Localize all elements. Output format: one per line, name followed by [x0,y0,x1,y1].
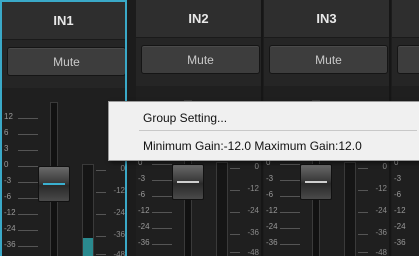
meter-tick-label: -36 [375,228,387,237]
fader-tick-label: -3 [266,174,274,183]
meter-tick-label: 0 [382,162,387,171]
fader-tick-label: -6 [266,190,274,199]
fader-tick-label: -36 [138,238,150,247]
channel-name: IN3 [264,0,389,38]
mute-button[interactable] [397,45,419,74]
fader-tick-label: -6 [4,192,12,201]
meter-tick-label: -48 [247,248,259,256]
channel-name: IN2 [136,0,261,38]
fader-tick-label: -36 [266,238,278,247]
fader-tick-label: -24 [4,224,16,233]
menu-item-gain-range[interactable]: Minimum Gain:-12.0 Maximum Gain:12.0 [109,134,419,158]
fader-tick-label: 0 [4,160,9,169]
fader-tick-label: -24 [266,222,278,231]
fader-tick-label: -3 [4,176,12,185]
meter-tick-label: -12 [247,184,259,193]
meter-tick-label: -36 [113,230,125,239]
menu-separator [139,130,417,131]
fader-knob[interactable] [300,164,332,200]
meter-tick-label: -36 [247,228,259,237]
fader-tick-label: -36 [394,238,406,247]
fader-tick-label: -6 [138,190,146,199]
meter-tick-label: 0 [254,162,259,171]
meter-tick-label: -12 [375,184,387,193]
meter-tick-label: -24 [375,206,387,215]
fader-tick-label: -12 [266,206,278,215]
level-meter [82,164,94,256]
meter-tick-label: -48 [375,248,387,256]
fader-knob[interactable] [38,166,70,202]
fader-tick-label: -3 [138,174,146,183]
level-meter [216,162,228,256]
channel-name: IN1 [2,2,125,40]
mute-button[interactable]: Mute [269,45,388,74]
fader-tick-label: 12 [4,112,13,121]
fader-tick-label: -36 [4,240,16,249]
meter-tick-label: -12 [113,186,125,195]
meter-fill [83,238,93,256]
meter-tick-label: 0 [120,164,125,173]
fader-tick-label: -24 [394,222,406,231]
meter-tick-label: -48 [113,250,125,256]
context-menu: Group Setting... Minimum Gain:-12.0 Maxi… [108,101,419,161]
fader-tick-label: 6 [4,128,9,137]
fader-tick-label: -12 [394,206,406,215]
fader-tick-label: -6 [394,190,402,199]
mute-button[interactable]: Mute [141,45,260,74]
mixer-panel: IN1 Mute 12 6 3 0 -3 -6 -12 -24 -36 0 -1… [0,0,419,256]
fader-tick-label: -12 [4,208,16,217]
menu-item-group-setting[interactable]: Group Setting... [109,106,419,130]
fader-tick-label: -12 [138,206,150,215]
fader-tick-label: -24 [138,222,150,231]
fader-tick-label: -3 [394,174,402,183]
mute-button[interactable]: Mute [7,47,125,76]
fader-tick-label: 3 [4,144,9,153]
meter-tick-label: -24 [247,206,259,215]
level-meter [344,162,356,256]
fader-knob[interactable] [172,164,204,200]
meter-tick-label: -24 [113,208,125,217]
channel-name [392,0,419,38]
